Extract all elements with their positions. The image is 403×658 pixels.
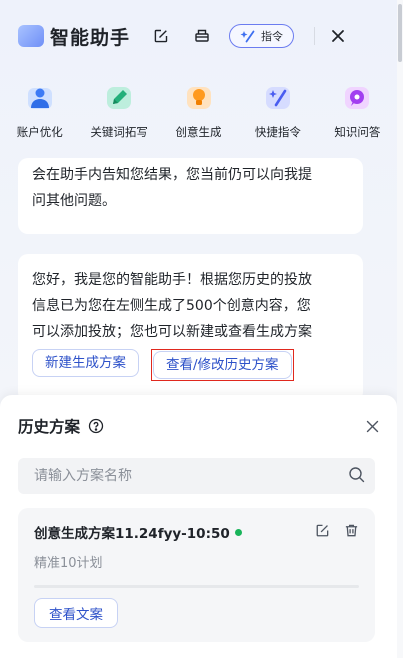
shortcut-label: 账户优化 [16,125,63,139]
command-button[interactable]: 指令 [229,24,295,48]
plan-subtitle: 精准10计划 [34,556,103,571]
plan-card: 创意生成方案11.24fyy-10:50 精准10计划 查看文案 [18,508,375,642]
search-icon[interactable] [348,466,365,487]
print-button[interactable] [191,25,213,47]
plan-card-actions [315,523,359,542]
shortcut-label: 知识问答 [334,125,381,139]
print-icon [195,29,209,42]
status-dot [234,528,242,536]
shortcut-label: 快捷指令 [254,125,301,139]
message-line: 可以添加投放；您也可以新建或查看生成方案 [32,324,312,340]
keyword-pen-icon [102,80,136,114]
shortcut-label: 关键词拓写 [90,125,148,139]
assistant-window: 智能助手 指令 账户优化 关键词拓写 创意生成 快捷指令 知识问答 会在助手内告… [0,0,397,658]
header-divider [314,27,316,45]
shortcut-quick-command[interactable]: 快捷指令 [238,80,317,150]
knowledge-chat-icon [340,80,374,114]
history-panel: 历史方案 请输入方案名称 创意生成方案11.24fyy-10:50 精准10计划… [0,395,397,658]
plan-title: 创意生成方案11.24fyy-10:50 [34,526,230,542]
assistant-message: 您好，我是您的智能助手！根据您历史的投放 信息已为您在左侧生成了500个创意内容… [18,254,363,402]
assistant-logo-icon [18,25,44,47]
history-panel-title: 历史方案 [18,418,81,436]
help-icon[interactable] [88,418,104,434]
header: 智能助手 指令 [18,20,379,52]
message-line: 问其他问题。 [32,193,116,209]
plan-search-box [18,458,375,494]
history-panel-header: 历史方案 [18,415,379,437]
shortcut-knowledge-qa[interactable]: 知识问答 [318,80,397,150]
command-label: 指令 [261,30,284,43]
sparkle-command-icon [261,80,295,114]
shortcut-bar: 账户优化 关键词拓写 创意生成 快捷指令 知识问答 [0,80,397,150]
shortcut-label: 创意生成 [175,125,222,139]
account-person-icon [23,80,57,114]
panel-close-button[interactable] [366,420,379,433]
shortcut-idea-generate[interactable]: 创意生成 [159,80,238,150]
sparkle-icon [240,30,255,43]
message-line: 会在助手内告知您结果，您当前仍可以向我提 [32,167,312,183]
close-icon [366,420,379,432]
idea-lightbulb-icon [182,80,216,114]
highlight-box: 查看/修改历史方案 [151,349,294,381]
scrollbar-thumb[interactable] [398,4,402,62]
close-icon [332,30,344,42]
edit-icon [154,29,168,43]
edit-button[interactable] [150,25,172,47]
view-copy-button[interactable]: 查看文案 [34,598,118,628]
plan-card-header: 创意生成方案11.24fyy-10:50 [34,522,359,542]
plan-card-divider [34,585,359,588]
assistant-message: 会在助手内告知您结果，您当前仍可以向我提 问其他问题。 [18,158,363,234]
shortcut-keyword-expand[interactable]: 关键词拓写 [79,80,158,150]
message-line: 信息已为您在左侧生成了500个创意内容，您 [32,298,311,314]
close-button[interactable] [327,25,349,47]
message-actions: 新建生成方案 查看/修改历史方案 [32,349,349,381]
edit-icon[interactable] [315,523,330,542]
page-title: 智能助手 [50,26,131,49]
shortcut-account-optimize[interactable]: 账户优化 [0,80,79,150]
message-line: 您好，我是您的智能助手！根据您历史的投放 [32,272,312,288]
delete-icon[interactable] [344,523,359,542]
scrollbar[interactable] [397,0,403,658]
view-history-plan-button[interactable]: 查看/修改历史方案 [153,351,292,379]
plan-search-input[interactable] [34,468,348,484]
new-plan-button[interactable]: 新建生成方案 [32,349,139,377]
